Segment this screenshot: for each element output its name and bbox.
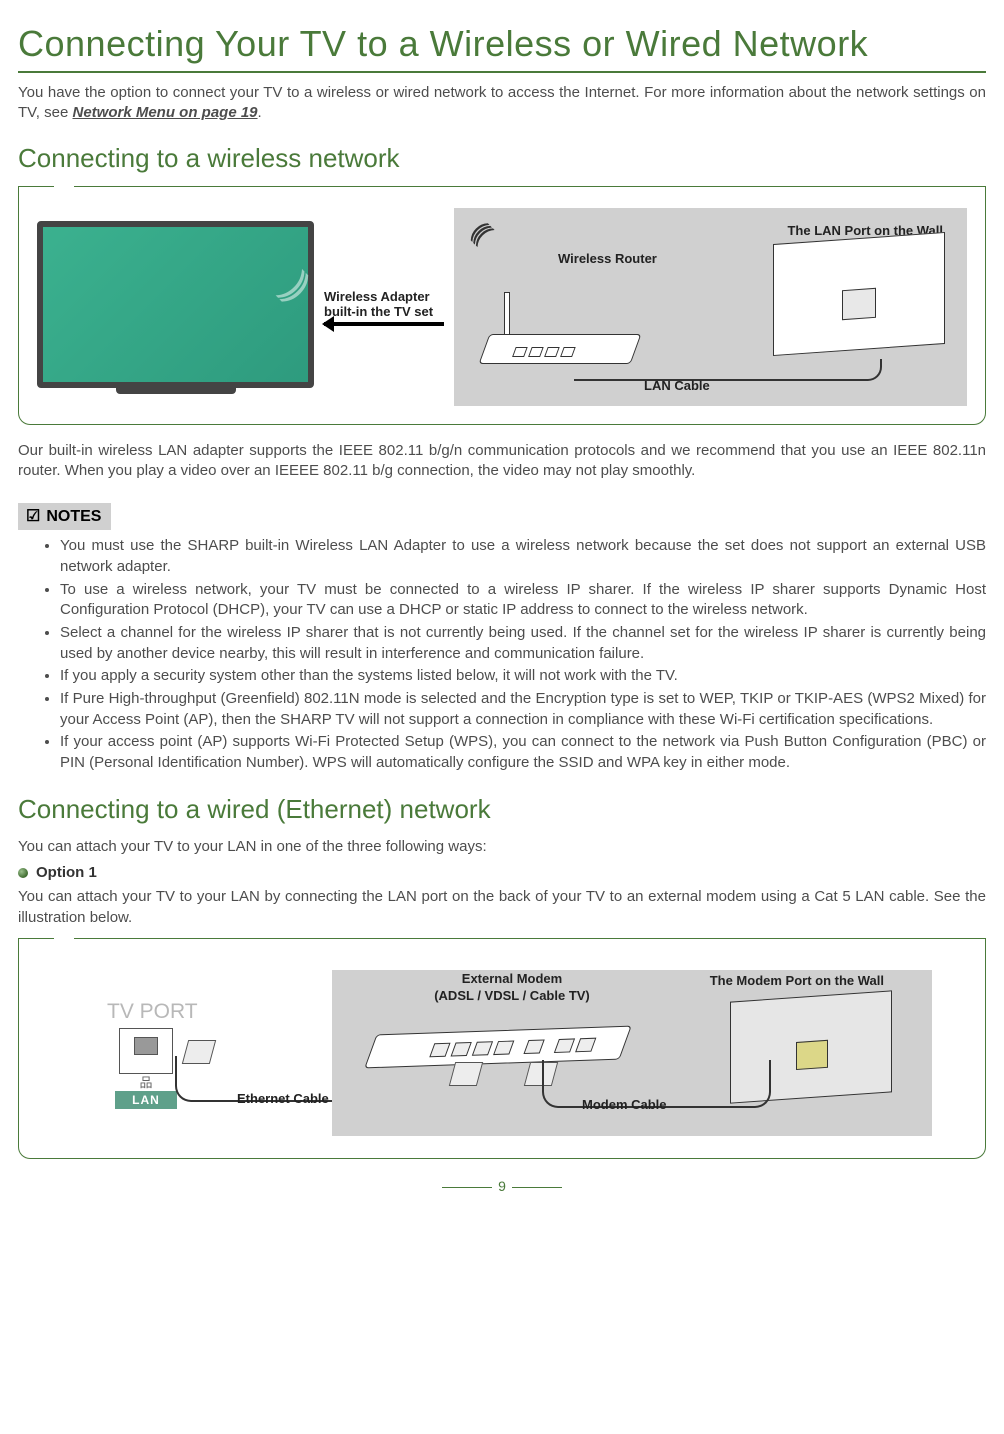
router-panel: ))) Wireless Router The LAN Port on the … bbox=[454, 208, 967, 406]
wall-port-icon bbox=[773, 232, 945, 356]
rj45-plug-icon bbox=[449, 1062, 483, 1086]
note-item: If Pure High-throughput (Greenfield) 802… bbox=[60, 689, 986, 730]
wireless-heading: Connecting to a wireless network bbox=[18, 141, 986, 176]
note-item: If your access point (AP) supports Wi-Fi… bbox=[60, 732, 986, 773]
page-number: 9 bbox=[18, 1177, 986, 1196]
option-1-label: Option 1 bbox=[36, 863, 97, 883]
arrow-icon bbox=[324, 322, 444, 326]
wireless-diagram: )) Wireless Adapter built-in the TV set … bbox=[18, 186, 986, 425]
lan-network-icon: 品 bbox=[115, 1076, 177, 1089]
wired-diagram: TV PORT 品 LAN Ethernet Cable External Mo… bbox=[18, 938, 986, 1159]
ethernet-cable-label: Ethernet Cable bbox=[237, 1090, 329, 1108]
page-title: Connecting Your TV to a Wireless or Wire… bbox=[18, 20, 986, 73]
note-item: You must use the SHARP built-in Wireless… bbox=[60, 536, 986, 577]
wireless-body: Our built-in wireless LAN adapter suppor… bbox=[18, 441, 986, 482]
lan-cable-line bbox=[574, 359, 882, 381]
option-1-body: You can attach your TV to your LAN by co… bbox=[18, 887, 986, 928]
option-1-row: Option 1 bbox=[18, 863, 986, 883]
lan-port-tile: 品 LAN bbox=[115, 1028, 177, 1109]
modem-label: External Modem (ADSL / VDSL / Cable TV) bbox=[432, 970, 592, 1005]
intro-text-b: . bbox=[258, 104, 262, 121]
modem-cable-label: Modem Cable bbox=[582, 1096, 667, 1114]
adapter-label: Wireless Adapter built-in the TV set bbox=[324, 289, 444, 320]
note-item: If you apply a security system other tha… bbox=[60, 666, 986, 687]
network-menu-link[interactable]: Network Menu on page 19 bbox=[72, 104, 257, 121]
lan-cable-label: LAN Cable bbox=[644, 377, 710, 395]
bullet-icon bbox=[18, 868, 28, 878]
wired-intro: You can attach your TV to your LAN in on… bbox=[18, 837, 986, 857]
note-item: Select a channel for the wireless IP sha… bbox=[60, 623, 986, 664]
intro-paragraph: You have the option to connect your TV t… bbox=[18, 83, 986, 124]
note-item: To use a wireless network, your TV must … bbox=[60, 580, 986, 621]
modem-wall-label: The Modem Port on the Wall bbox=[710, 972, 884, 990]
router-label: Wireless Router bbox=[558, 250, 657, 268]
notes-list: You must use the SHARP built-in Wireless… bbox=[60, 536, 986, 774]
notes-badge: NOTES bbox=[18, 503, 111, 531]
modem-panel: External Modem (ADSL / VDSL / Cable TV) … bbox=[332, 970, 932, 1136]
tv-port-label: TV PORT bbox=[107, 998, 198, 1026]
lan-label: LAN bbox=[115, 1091, 177, 1109]
router-icon bbox=[484, 309, 644, 364]
tv-illustration: )) bbox=[37, 221, 314, 394]
wired-heading: Connecting to a wired (Ethernet) network bbox=[18, 792, 986, 827]
wifi-signal-icon: ))) bbox=[467, 217, 500, 250]
